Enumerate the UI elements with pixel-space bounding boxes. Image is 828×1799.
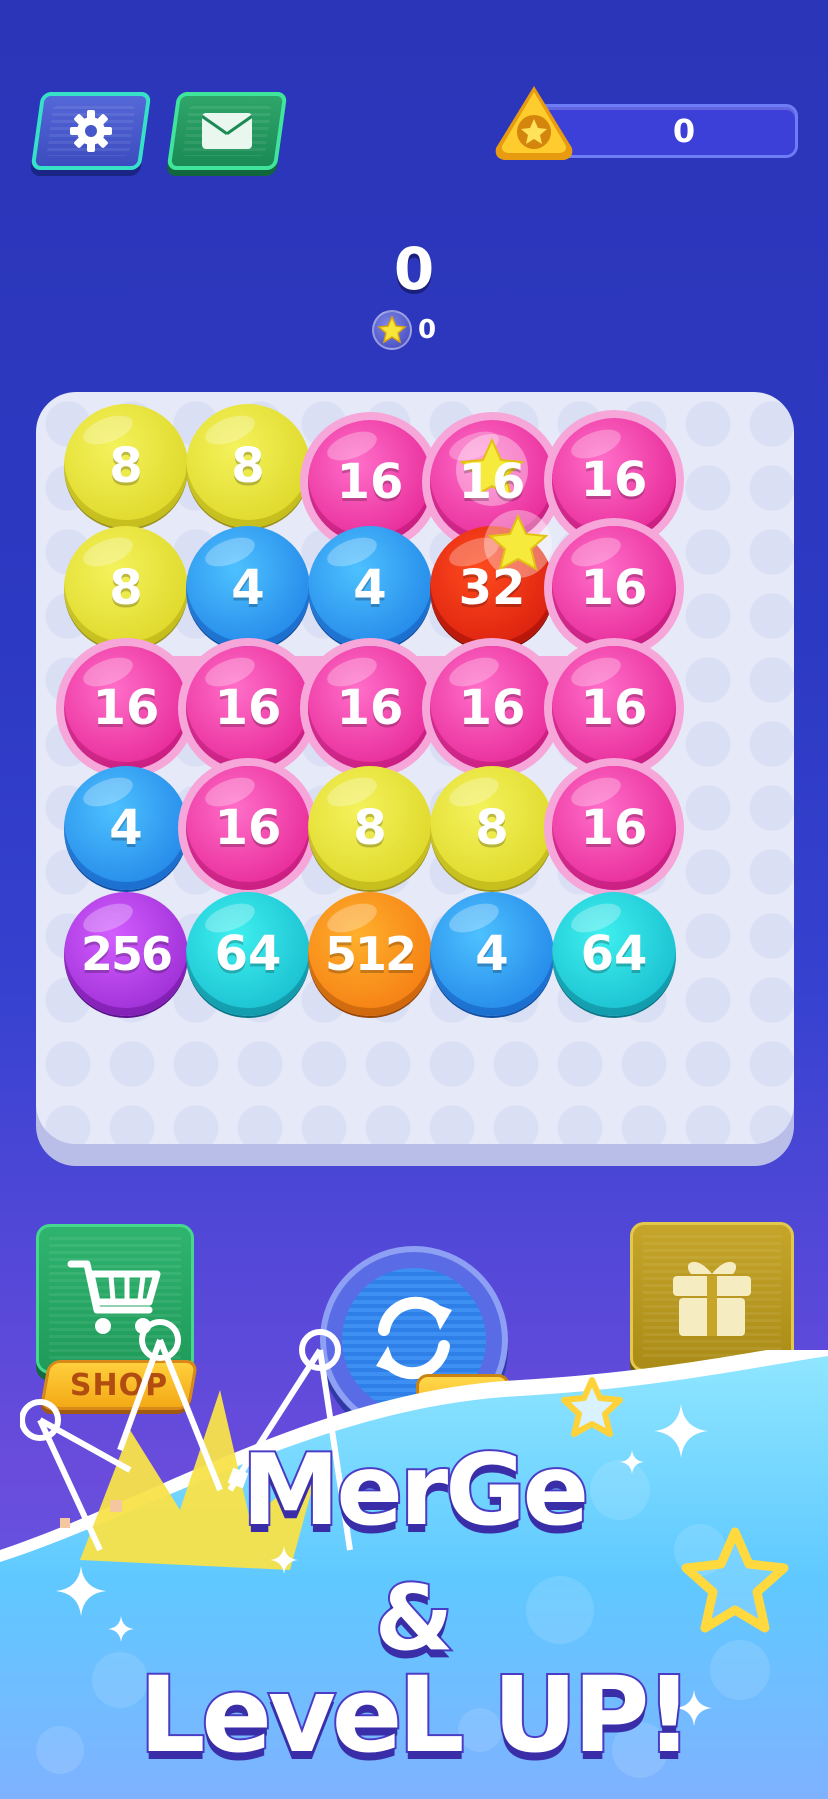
mail-icon <box>202 113 252 149</box>
promo-line-3: LeveL UP! <box>137 1652 695 1778</box>
ball-pink[interactable]: 16 <box>552 766 676 890</box>
ball-pink[interactable]: 16 <box>552 526 676 650</box>
ball-pink[interactable]: 16 <box>430 646 554 770</box>
promo-line-1: MerGe <box>240 1432 591 1550</box>
star-counter-value: 0 <box>418 315 437 345</box>
ball-pink[interactable]: 16 <box>186 766 310 890</box>
star-icon <box>372 310 412 350</box>
ball-blue[interactable]: 4 <box>64 766 188 890</box>
ball-blue[interactable]: 4 <box>308 526 432 650</box>
ball-blue[interactable]: 4 <box>430 892 554 1016</box>
ball-pink[interactable]: 16 <box>552 646 676 770</box>
ball-pink[interactable]: 16 <box>308 646 432 770</box>
star-outline-icon <box>561 1377 623 1437</box>
ball-yellow[interactable]: 8 <box>308 766 432 890</box>
ball-cyan[interactable]: 64 <box>186 892 310 1016</box>
ball-yellow[interactable]: 8 <box>64 526 188 650</box>
ball-purple[interactable]: 256 <box>64 892 188 1016</box>
mail-button[interactable] <box>166 92 288 170</box>
gear-icon <box>69 109 113 153</box>
ball-orange[interactable]: 512 <box>308 892 432 1016</box>
ball-cyan[interactable]: 64 <box>552 892 676 1016</box>
gift-icon <box>667 1250 757 1344</box>
ball-pink[interactable]: 16 <box>552 418 676 542</box>
settings-button[interactable] <box>30 92 152 170</box>
ball-yellow[interactable]: 8 <box>186 404 310 528</box>
ball-yellow[interactable]: 8 <box>64 404 188 528</box>
star-counter: 0 <box>372 310 436 350</box>
game-board: 8 8 16 16 16 8 4 4 32 16 16 16 16 16 16 4 16 8 8 16 256 64 512… <box>36 392 794 1144</box>
ball-pink[interactable]: 16 <box>186 646 310 770</box>
ball-yellow[interactable]: 8 <box>430 766 554 890</box>
star-badge-icon <box>492 82 576 168</box>
ball-blue[interactable]: 4 <box>186 526 310 650</box>
star-points-value: 0 <box>672 112 696 150</box>
score-value: 0 <box>393 235 435 303</box>
ball-pink[interactable]: 16 <box>64 646 188 770</box>
